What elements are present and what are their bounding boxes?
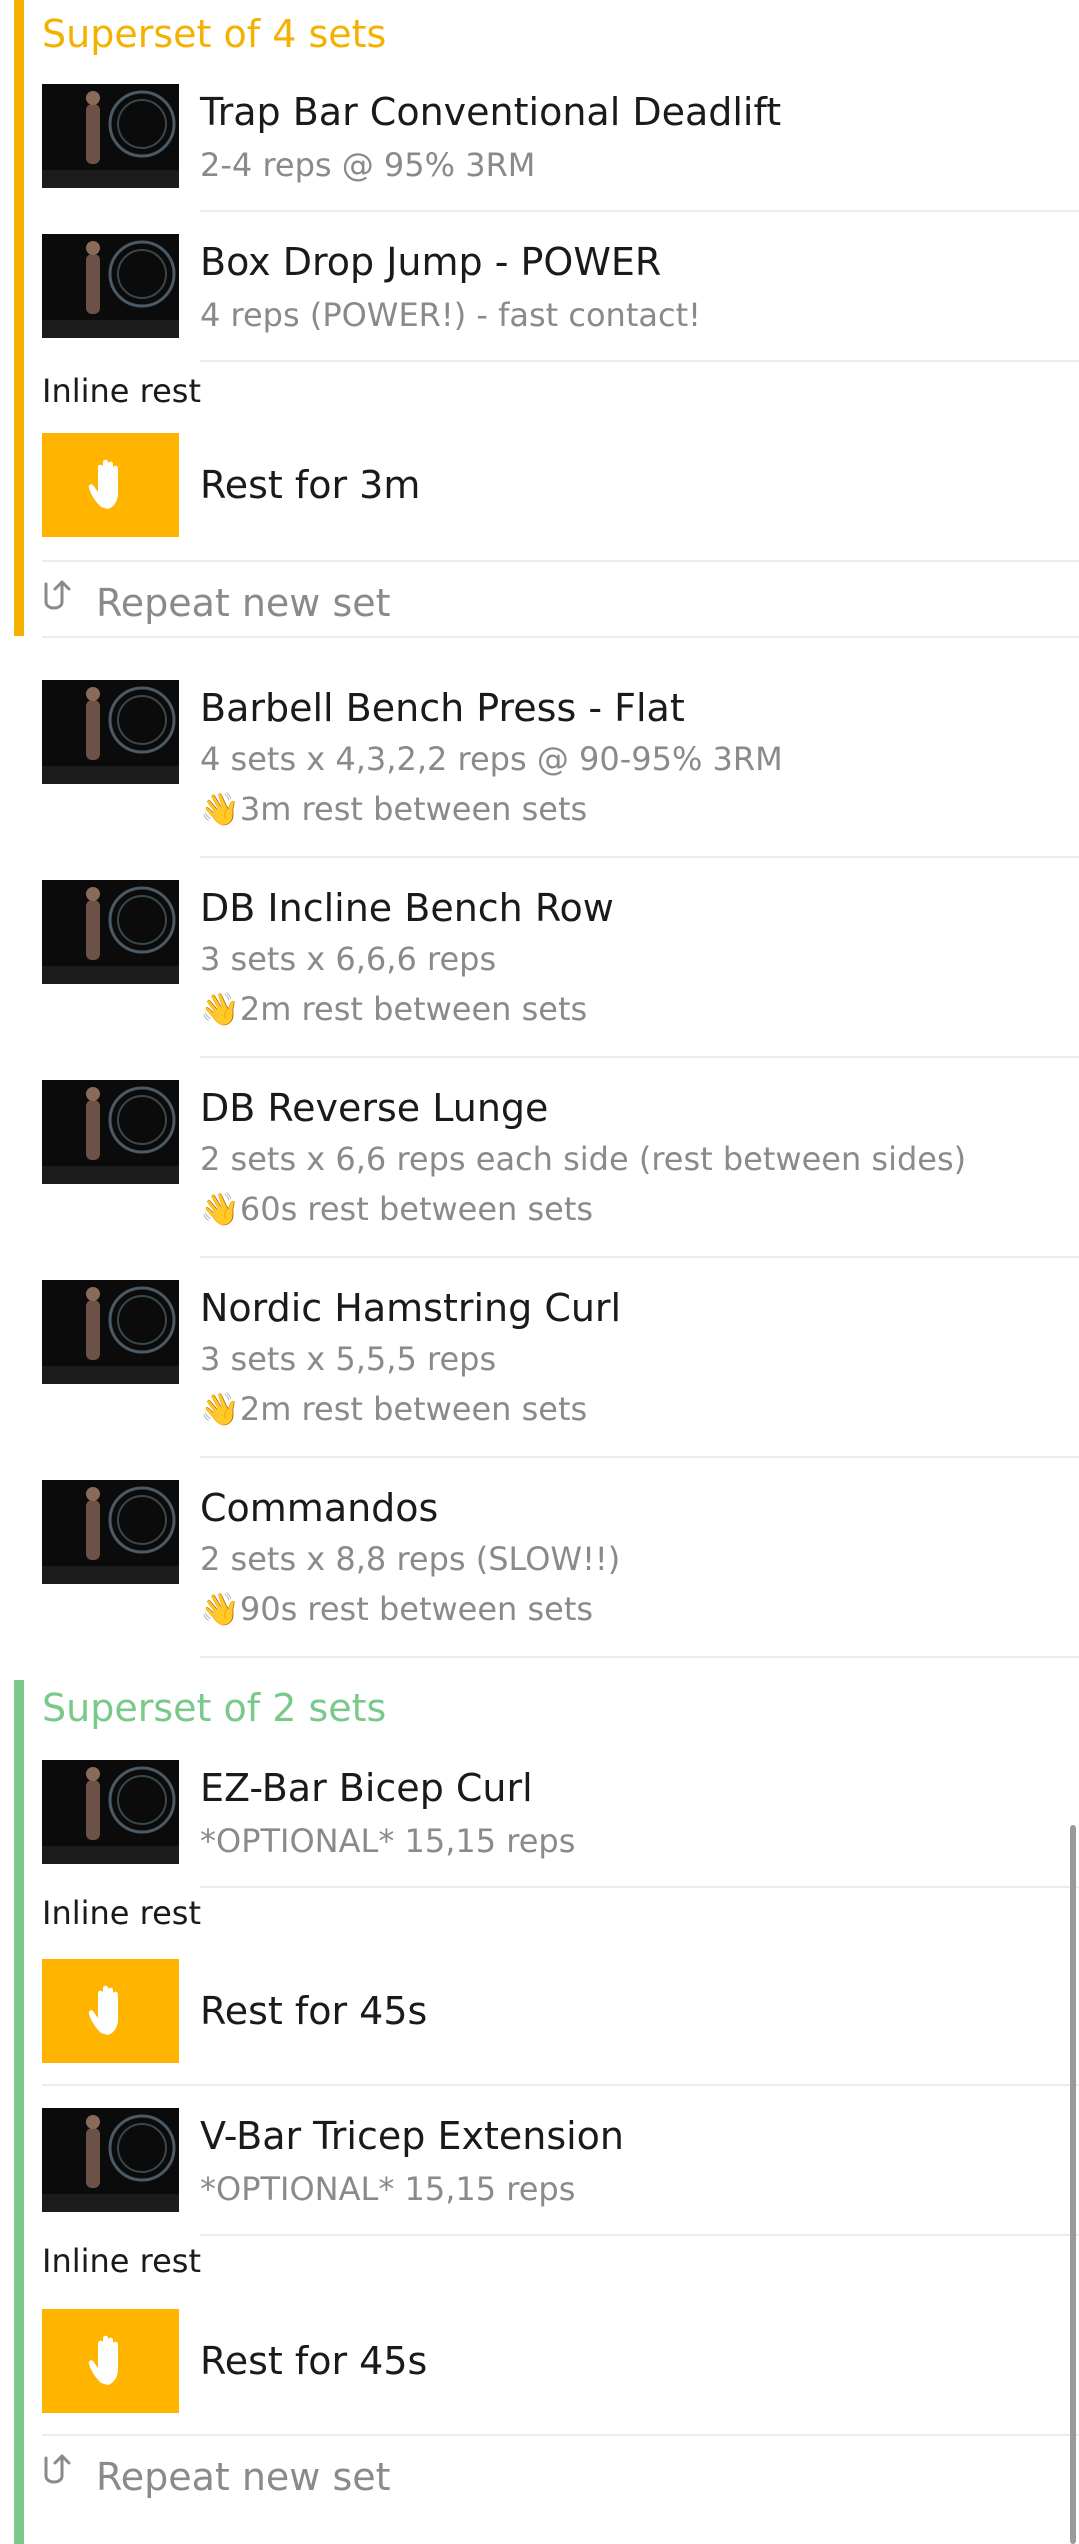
row-divider — [200, 1456, 1079, 1458]
rest-between-sets-text: 3m rest between sets — [239, 790, 588, 828]
exercise-title: DB Incline Bench Row — [200, 886, 614, 930]
row-divider — [200, 856, 1079, 858]
hand-icon: 👋 — [200, 1590, 240, 1628]
rest-tile — [42, 2309, 179, 2413]
exercise-subtitle: *OPTIONAL* 15,15 reps — [200, 2170, 576, 2208]
rest-between-sets: 👋60s rest between sets — [200, 1190, 593, 1228]
exercise-title: V-Bar Tricep Extension — [200, 2114, 625, 2158]
repeat-arrow-icon — [38, 2450, 78, 2499]
row-divider — [42, 2434, 1079, 2436]
rest-row[interactable]: Rest for 3m — [0, 433, 1079, 543]
exercise-row[interactable]: DB Reverse Lunge 2 sets x 6,6 reps each … — [0, 1072, 1079, 1242]
inline-rest-label: Inline rest — [42, 372, 201, 410]
exercise-thumbnail — [42, 680, 179, 784]
row-divider — [200, 1056, 1079, 1058]
superset-group-1: Superset of 4 sets Trap Bar Conventional… — [0, 0, 1079, 636]
superset-title: Superset of 4 sets — [42, 12, 387, 56]
hand-icon: 👋 — [200, 790, 240, 828]
exercise-subtitle: 3 sets x 5,5,5 reps — [200, 1340, 497, 1378]
exercise-subtitle: 2 sets x 8,8 reps (SLOW!!) — [200, 1540, 621, 1578]
exercise-row[interactable]: Commandos 2 sets x 8,8 reps (SLOW!!) 👋90… — [0, 1472, 1079, 1642]
row-divider — [42, 560, 1079, 562]
row-divider — [42, 636, 1079, 638]
exercise-row[interactable]: Nordic Hamstring Curl 3 sets x 5,5,5 rep… — [0, 1272, 1079, 1442]
exercise-subtitle: 4 sets x 4,3,2,2 reps @ 90-95% 3RM — [200, 740, 783, 778]
hand-icon: 👋 — [200, 1390, 240, 1428]
repeat-label: Repeat new set — [96, 581, 391, 625]
rest-between-sets: 👋2m rest between sets — [200, 1390, 587, 1428]
rest-text: Rest for 45s — [200, 1989, 428, 2033]
exercise-subtitle: 2-4 reps @ 95% 3RM — [200, 146, 536, 184]
superset-group-2: Superset of 2 sets EZ-Bar Bicep Curl *OP… — [0, 1680, 1079, 2544]
exercise-thumbnail — [42, 1080, 179, 1184]
exercise-row[interactable]: Barbell Bench Press - Flat 4 sets x 4,3,… — [0, 672, 1079, 842]
exercise-title: Barbell Bench Press - Flat — [200, 686, 685, 730]
exercise-title: Nordic Hamstring Curl — [200, 1286, 622, 1330]
rest-between-sets-text: 60s rest between sets — [239, 1190, 594, 1228]
rest-between-sets: 👋3m rest between sets — [200, 790, 587, 828]
exercise-title: Box Drop Jump - POWER — [200, 240, 662, 284]
exercise-row[interactable]: EZ-Bar Bicep Curl *OPTIONAL* 15,15 reps — [0, 1758, 1079, 1886]
exercise-subtitle: 4 reps (POWER!) - fast contact! — [200, 296, 701, 334]
exercise-row[interactable]: Trap Bar Conventional Deadlift 2-4 reps … — [0, 82, 1079, 210]
repeat-new-set-button[interactable]: Repeat new set — [38, 576, 391, 625]
scrollbar[interactable] — [1070, 1825, 1076, 2544]
hand-icon: 👋 — [200, 990, 240, 1028]
exercise-thumbnail — [42, 1760, 179, 1864]
rest-text: Rest for 45s — [200, 2339, 428, 2383]
row-divider — [200, 2234, 1079, 2236]
row-divider — [200, 1656, 1079, 1658]
exercise-subtitle: *OPTIONAL* 15,15 reps — [200, 1822, 576, 1860]
exercise-title: Trap Bar Conventional Deadlift — [200, 90, 782, 134]
inline-rest-label: Inline rest — [42, 2242, 201, 2280]
rest-between-sets-text: 2m rest between sets — [239, 1390, 588, 1428]
hand-icon — [81, 1981, 141, 2041]
rest-between-sets-text: 2m rest between sets — [239, 990, 588, 1028]
row-divider — [200, 210, 1079, 212]
row-divider — [200, 1256, 1079, 1258]
rest-tile — [42, 1959, 179, 2063]
rest-row[interactable]: Rest for 45s — [0, 1959, 1079, 2069]
exercise-thumbnail — [42, 1280, 179, 1384]
exercise-thumbnail — [42, 84, 179, 188]
hand-icon: 👋 — [200, 1190, 240, 1228]
exercise-title: EZ-Bar Bicep Curl — [200, 1766, 533, 1810]
exercise-row[interactable]: V-Bar Tricep Extension *OPTIONAL* 15,15 … — [0, 2106, 1079, 2234]
exercise-subtitle: 3 sets x 6,6,6 reps — [200, 940, 497, 978]
rest-between-sets: 👋2m rest between sets — [200, 990, 587, 1028]
row-divider — [42, 2084, 1079, 2086]
hand-icon — [81, 2331, 141, 2391]
rest-row[interactable]: Rest for 45s — [0, 2309, 1079, 2419]
row-divider — [200, 360, 1079, 362]
rest-between-sets: 👋90s rest between sets — [200, 1590, 593, 1628]
exercise-title: Commandos — [200, 1486, 439, 1530]
exercise-row[interactable]: DB Incline Bench Row 3 sets x 6,6,6 reps… — [0, 872, 1079, 1042]
repeat-label: Repeat new set — [96, 2455, 391, 2499]
rest-text: Rest for 3m — [200, 463, 421, 507]
exercise-title: DB Reverse Lunge — [200, 1086, 549, 1130]
repeat-arrow-icon — [38, 576, 78, 625]
exercise-thumbnail — [42, 234, 179, 338]
exercise-subtitle: 2 sets x 6,6 reps each side (rest betwee… — [200, 1140, 967, 1178]
exercise-thumbnail — [42, 880, 179, 984]
rest-between-sets-text: 90s rest between sets — [239, 1590, 594, 1628]
exercise-row[interactable]: Box Drop Jump - POWER 4 reps (POWER!) - … — [0, 232, 1079, 360]
inline-rest-label: Inline rest — [42, 1894, 201, 1932]
exercise-thumbnail — [42, 1480, 179, 1584]
rest-tile — [42, 433, 179, 537]
row-divider — [200, 1886, 1079, 1888]
hand-icon — [81, 455, 141, 515]
repeat-new-set-button[interactable]: Repeat new set — [38, 2450, 391, 2499]
superset-title: Superset of 2 sets — [42, 1686, 387, 1730]
exercise-thumbnail — [42, 2108, 179, 2212]
